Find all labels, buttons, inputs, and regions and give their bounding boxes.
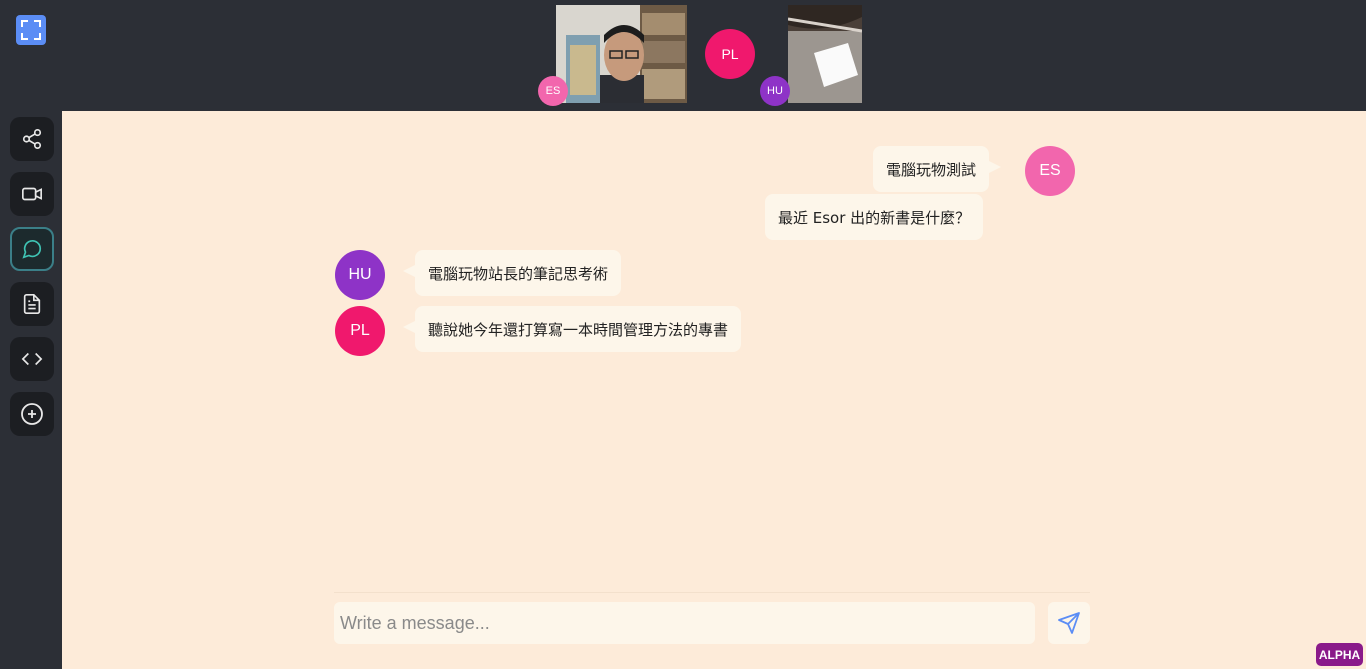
video-tile-hu[interactable] bbox=[788, 5, 862, 103]
add-button[interactable] bbox=[10, 392, 54, 436]
alpha-badge: ALPHA bbox=[1316, 643, 1363, 666]
code-icon bbox=[21, 352, 43, 366]
document-button[interactable] bbox=[10, 282, 54, 326]
message-input[interactable] bbox=[334, 602, 1035, 644]
message-text: 電腦玩物測試 bbox=[886, 160, 977, 179]
chat-button[interactable] bbox=[10, 227, 54, 271]
share-button[interactable] bbox=[10, 117, 54, 161]
document-icon bbox=[23, 294, 41, 314]
chat-panel bbox=[62, 111, 1366, 669]
message-bubble: 最近 Esor 出的新書是什麼？ bbox=[765, 194, 984, 240]
message-text: 聽說她今年還打算寫一本時間管理方法的專書 bbox=[428, 320, 729, 339]
avatar-hu: HU bbox=[335, 250, 385, 300]
send-button[interactable] bbox=[1048, 602, 1090, 644]
divider bbox=[334, 592, 1090, 593]
video-tile-es[interactable] bbox=[556, 5, 687, 103]
participant-avatar-es[interactable]: ES bbox=[538, 76, 568, 106]
message-bubble: 電腦玩物站長的筆記思考術 bbox=[402, 250, 622, 296]
chat-icon bbox=[22, 240, 42, 259]
participant-avatar-pl[interactable]: PL bbox=[705, 29, 755, 79]
message-text: 電腦玩物站長的筆記思考術 bbox=[428, 264, 609, 283]
message-bubble: 電腦玩物測試 bbox=[873, 146, 1002, 192]
plus-circle-icon bbox=[21, 403, 43, 425]
message-bubble: 聽說她今年還打算寫一本時間管理方法的專書 bbox=[402, 306, 742, 352]
video-button[interactable] bbox=[10, 172, 54, 216]
message-text: 最近 Esor 出的新書是什麼？ bbox=[778, 208, 971, 227]
participant-avatar-hu[interactable]: HU bbox=[760, 76, 790, 106]
video-icon bbox=[22, 187, 42, 201]
send-icon bbox=[1058, 612, 1080, 634]
video-feed bbox=[788, 5, 862, 103]
code-button[interactable] bbox=[10, 337, 54, 381]
video-feed bbox=[556, 5, 687, 103]
avatar-pl: PL bbox=[335, 306, 385, 356]
video-strip: ES PL HU bbox=[0, 0, 1366, 110]
share-icon bbox=[22, 129, 42, 149]
avatar-es: ES bbox=[1025, 146, 1075, 196]
